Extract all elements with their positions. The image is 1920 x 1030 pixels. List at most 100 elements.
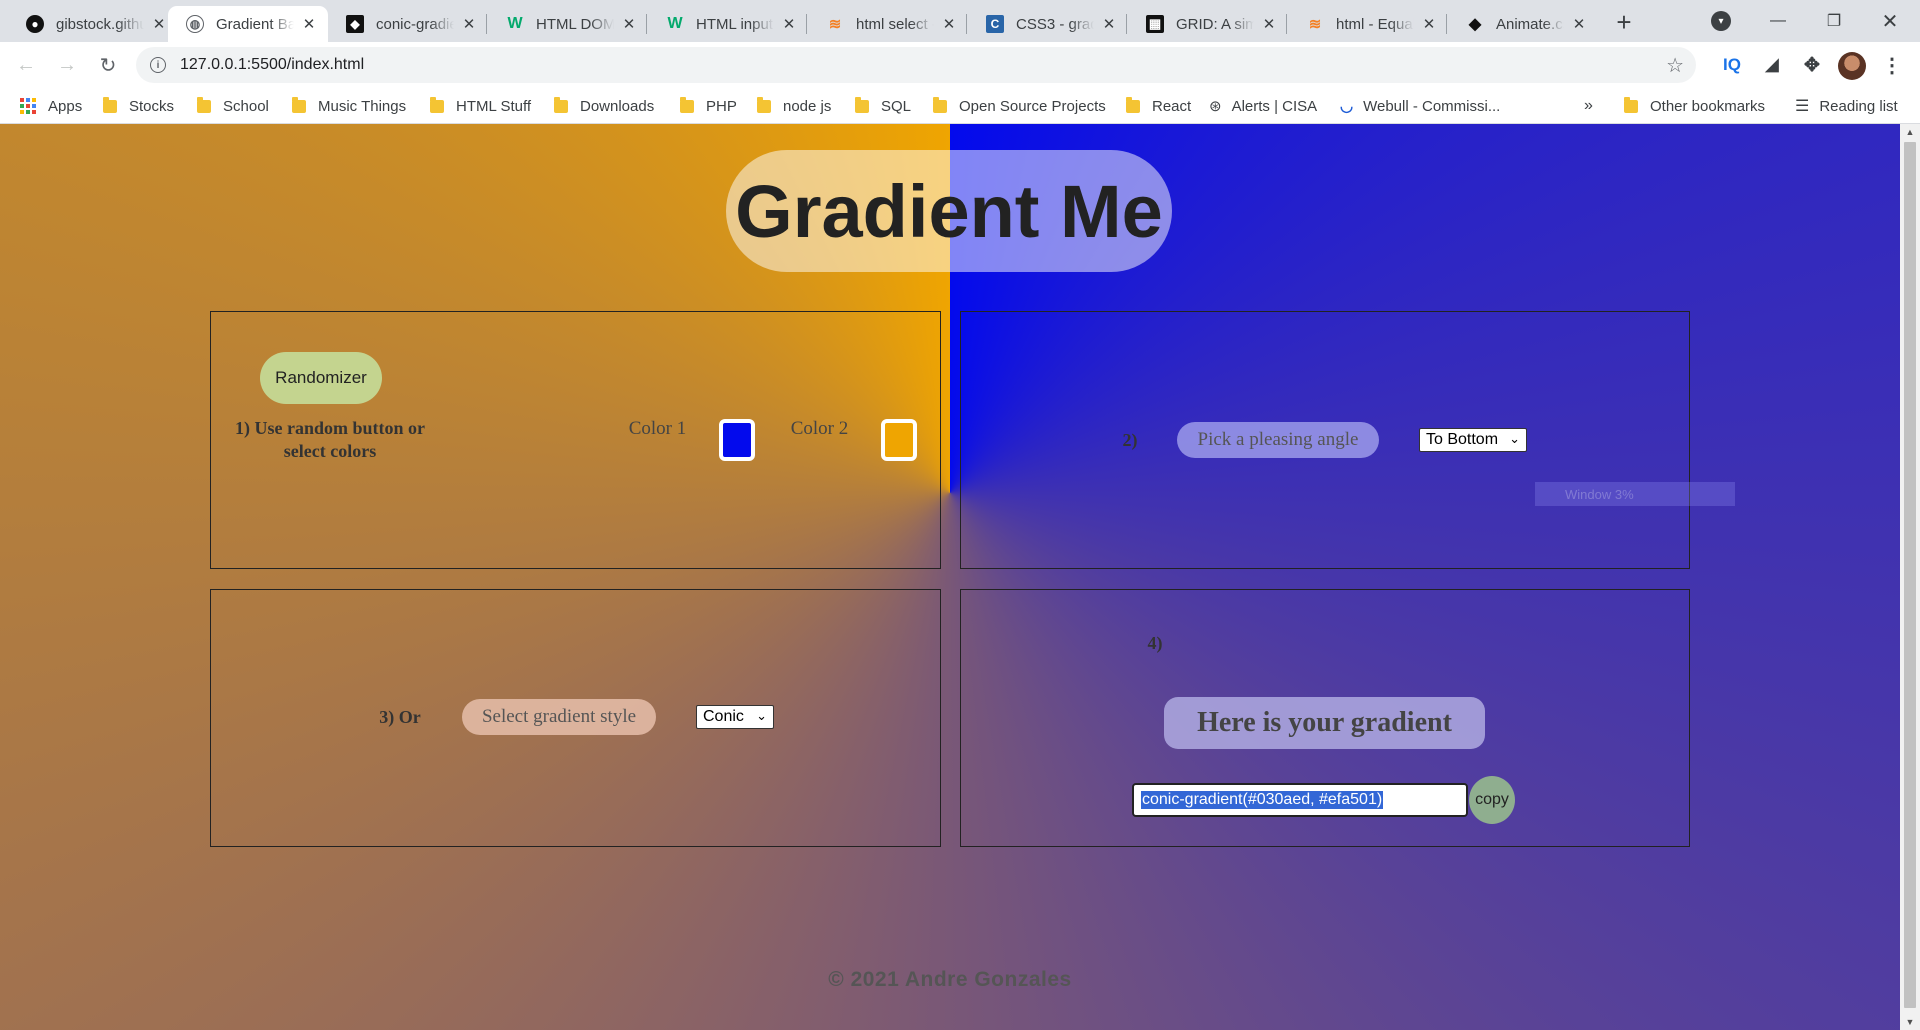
restore-button[interactable]: ❐ <box>1806 0 1862 42</box>
chevron-down-icon: ⌄ <box>756 708 767 723</box>
tab-html-dom-style[interactable]: W HTML DOM Style ✕ <box>488 6 648 42</box>
close-tab-icon[interactable]: ✕ <box>620 15 638 33</box>
bookmarks-overflow-chevron[interactable]: » <box>1584 96 1593 116</box>
tab-separator <box>1126 14 1127 34</box>
iq-extension-icon[interactable]: IQ <box>1718 51 1746 79</box>
bookmark-folder[interactable]: node js <box>757 96 831 116</box>
extensions-puzzle-icon[interactable]: ✥ <box>1798 51 1826 79</box>
close-tab-icon[interactable]: ✕ <box>1100 15 1118 33</box>
stackoverflow-icon: ≋ <box>828 16 842 33</box>
tab-conic-gradient[interactable]: ◆ conic-gradient() - CSS ✕ <box>328 6 488 42</box>
color2-picker[interactable] <box>881 419 917 461</box>
tab-search-icon[interactable]: ▾ <box>1711 11 1731 31</box>
site-info-icon[interactable]: i <box>150 57 166 73</box>
page-viewport: Gradient Me 1) Use random button or sele… <box>0 124 1900 1030</box>
apps-grid-icon <box>20 98 36 114</box>
color2-label: Color 2 <box>790 418 849 439</box>
angle-select[interactable]: To Bottom ⌄ <box>1419 428 1527 452</box>
folder-icon <box>1624 96 1638 113</box>
step3-label: 3) Or <box>379 707 421 727</box>
footer-copyright: © 2021 Andre Gonzales <box>828 968 1072 991</box>
gradient-output-text[interactable]: conic-gradient(#030aed, #efa501) <box>1141 791 1384 809</box>
folder-icon <box>197 96 211 113</box>
browser-toolbar: ← → ↻ i 127.0.0.1:5500/index.html ☆ IQ ◢… <box>0 42 1920 88</box>
color1-picker[interactable] <box>719 419 755 461</box>
bookmark-apps[interactable]: Apps <box>20 96 82 116</box>
stackoverflow-icon: ≋ <box>1308 16 1322 33</box>
page-scrollbar[interactable]: ▲ ▼ <box>1900 124 1920 1030</box>
reading-list-icon: ☰ <box>1795 98 1810 115</box>
chart-extension-icon[interactable]: ◢ <box>1758 51 1786 79</box>
tab-separator <box>966 14 967 34</box>
minimize-button[interactable]: — <box>1750 0 1806 42</box>
chevron-down-icon: ⌄ <box>1509 431 1520 446</box>
back-button[interactable]: ← <box>10 49 42 81</box>
step2-label: 2) <box>1122 430 1138 450</box>
bookmarks-bar: Apps Stocks School Music Things HTML Stu… <box>0 88 1920 124</box>
forward-button[interactable]: → <box>51 49 83 81</box>
github-icon: ● <box>26 15 44 33</box>
color1-label: Color 1 <box>628 418 687 439</box>
close-tab-icon[interactable]: ✕ <box>300 15 318 33</box>
scrollbar-thumb[interactable] <box>1904 142 1916 1008</box>
folder-icon <box>1126 96 1140 113</box>
gradient-result-pill: Here is your gradient <box>1164 697 1485 749</box>
reading-list[interactable]: ☰ Reading list <box>1795 96 1898 116</box>
scroll-up-arrow-icon[interactable]: ▲ <box>1900 124 1920 140</box>
step4-label: 4) <box>1147 633 1163 653</box>
menu-kebab-icon[interactable]: ⋮ <box>1878 51 1906 79</box>
tab-separator <box>1286 14 1287 34</box>
bookmark-star-icon[interactable]: ☆ <box>1666 53 1684 78</box>
close-tab-icon[interactable]: ✕ <box>1420 15 1438 33</box>
bookmark-folder[interactable]: Stocks <box>103 96 174 116</box>
tab-html-input-color[interactable]: W HTML input color ✕ <box>648 6 808 42</box>
bookmark-folder[interactable]: SQL <box>855 96 911 116</box>
bookmark-webull[interactable]: ◡ Webull - Commissi... <box>1340 96 1500 116</box>
tab-gibstock[interactable]: ● gibstock.github.io ✕ <box>8 6 178 42</box>
bookmark-folder[interactable]: PHP <box>680 96 737 116</box>
tab-grid[interactable]: ▦ GRID: A simple visual ✕ <box>1128 6 1288 42</box>
scroll-down-arrow-icon[interactable]: ▼ <box>1900 1014 1920 1030</box>
tab-equal-height[interactable]: ≋ html - Equal height ✕ <box>1288 6 1448 42</box>
tab-separator <box>486 14 487 34</box>
folder-icon <box>430 96 444 113</box>
codepen-icon: ◆ <box>346 15 364 33</box>
tab-css3-gradients[interactable]: C CSS3 - gradients ✕ <box>968 6 1128 42</box>
bookmark-folder[interactable]: HTML Stuff <box>430 96 531 116</box>
tab-html-select[interactable]: ≋ html select - Stack Overflow ✕ <box>808 6 968 42</box>
close-tab-icon[interactable]: ✕ <box>780 15 798 33</box>
animate-icon: ◆ <box>1468 16 1482 33</box>
tab-animate-css[interactable]: ◆ Animate.css ✕ <box>1448 6 1598 42</box>
tab-separator <box>1446 14 1447 34</box>
randomizer-button[interactable]: Randomizer <box>260 352 382 404</box>
bookmark-folder[interactable]: School <box>197 96 269 116</box>
close-tab-icon[interactable]: ✕ <box>460 15 478 33</box>
grid-icon: ▦ <box>1146 15 1164 33</box>
url-text[interactable]: 127.0.0.1:5500/index.html <box>180 56 364 74</box>
bookmark-folder[interactable]: Music Things <box>292 96 406 116</box>
new-tab-button[interactable]: + <box>1610 7 1638 37</box>
copy-button[interactable]: copy <box>1469 776 1515 824</box>
address-bar[interactable]: i 127.0.0.1:5500/index.html ☆ <box>136 47 1696 83</box>
reload-button[interactable]: ↻ <box>92 49 124 81</box>
folder-icon <box>757 96 771 113</box>
folder-icon <box>554 96 568 113</box>
bookmark-folder[interactable]: React <box>1126 96 1191 116</box>
bookmark-other[interactable]: Other bookmarks <box>1624 96 1765 116</box>
bookmark-folder[interactable]: Open Source Projects <box>933 96 1106 116</box>
w3schools-icon: W <box>667 15 683 32</box>
bookmark-cisa[interactable]: ⊛ Alerts | CISA <box>1209 96 1317 116</box>
bookmark-folder[interactable]: Downloads <box>554 96 654 116</box>
folder-icon <box>933 96 947 113</box>
close-tab-icon[interactable]: ✕ <box>940 15 958 33</box>
close-tab-icon[interactable]: ✕ <box>150 15 168 33</box>
close-tab-icon[interactable]: ✕ <box>1570 15 1588 33</box>
profile-avatar[interactable] <box>1838 52 1866 80</box>
gradient-output-field[interactable]: conic-gradient(#030aed, #efa501) <box>1132 783 1468 817</box>
gradient-style-select[interactable]: Conic ⌄ <box>696 705 774 729</box>
tab-strip: ● gibstock.github.io ✕ ◍ Gradient Backgr… <box>0 0 1920 42</box>
close-tab-icon[interactable]: ✕ <box>1260 15 1278 33</box>
tab-gradient-background[interactable]: ◍ Gradient Background ✕ <box>168 6 328 42</box>
folder-icon <box>292 96 306 113</box>
close-window-button[interactable]: ✕ <box>1862 0 1918 42</box>
